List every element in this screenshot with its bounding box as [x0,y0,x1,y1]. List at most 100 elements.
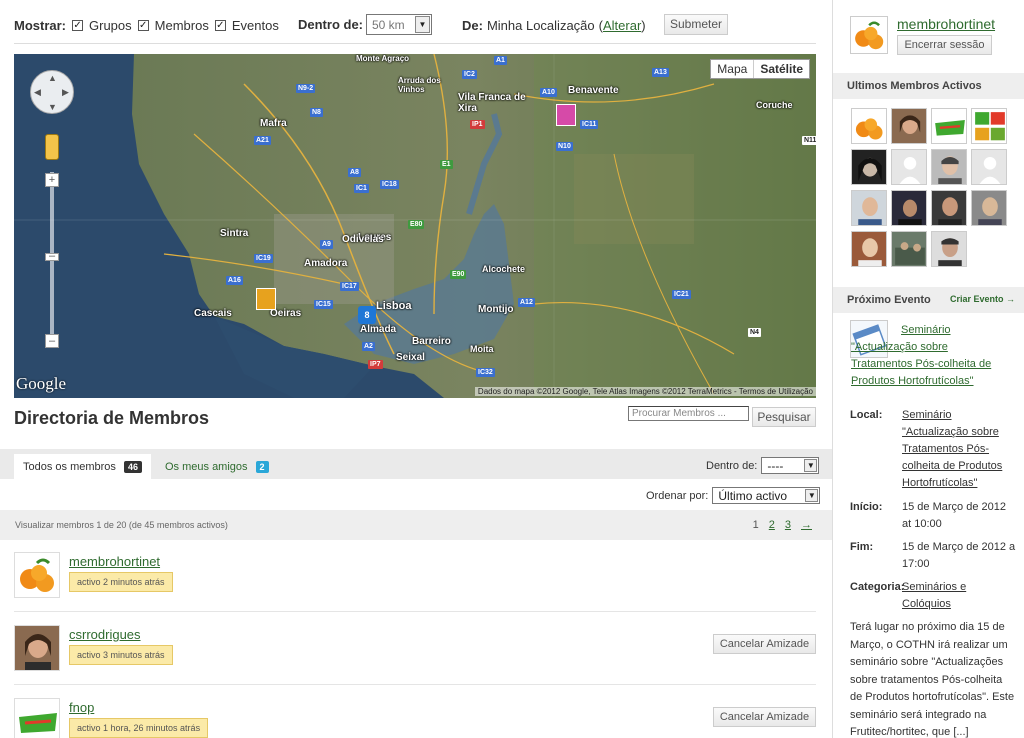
directory-within-value: ---- [767,458,784,473]
avatar[interactable] [851,190,887,226]
map[interactable]: Vila Franca de Xira Benavente Mafra Lour… [14,54,816,398]
avatar[interactable] [14,698,60,738]
map-label-alcochete: Alcochete [482,264,526,274]
page: Mostrar: ✓ Grupos ✓ Membros ✓ Eventos De… [0,0,1024,738]
pan-down-icon[interactable]: ▼ [48,102,57,112]
avatar[interactable] [931,190,967,226]
groups-checkbox[interactable]: ✓ [72,20,84,31]
tab-all-members[interactable]: Todos os membros 46 [14,454,151,479]
current-user-avatar[interactable] [850,16,888,54]
chevron-down-icon: ▼ [415,16,430,33]
member-name-link[interactable]: fnop [69,700,94,715]
avatar[interactable] [14,552,60,598]
next-event-header: Próximo Evento Criar Evento → [833,287,1024,313]
event-marker-icon[interactable] [556,104,576,126]
map-type-control: Mapa Satélite [710,59,810,79]
event-local-label: Local: [850,409,883,421]
avatar[interactable] [931,231,967,267]
member-search-input[interactable]: Procurar Membros ... [628,406,749,421]
avatar[interactable] [971,149,1007,185]
within-value: 50 km [372,17,405,32]
avatar[interactable] [931,149,967,185]
avatar[interactable] [891,190,927,226]
within-filter: Dentro de: 50 km ▼ [298,14,432,35]
avatar[interactable] [851,231,887,267]
events-checkbox[interactable]: ✓ [214,20,226,31]
road-shield: IC19 [254,254,273,263]
avatar[interactable] [891,149,927,185]
member-name-link[interactable]: csrrodrigues [69,627,141,642]
road-shield: A13 [652,68,669,77]
road-shield: N8 [310,108,323,117]
road-shield: IC1 [354,184,369,193]
road-shield: IP1 [470,120,485,129]
map-type-satellite-button[interactable]: Satélite [753,60,809,78]
order-by-value: Último activo [718,488,788,503]
next-page-arrow-icon[interactable]: → [801,519,812,531]
results-bar: Visualizar membros 1 de 20 (de 45 membro… [0,510,832,540]
avatar[interactable] [851,108,887,144]
member-row: membrohortinet activo 2 minutos atrás [14,540,816,612]
chevron-down-icon: ▼ [804,459,818,472]
map-label-mafra: Mafra [260,118,287,129]
map-label-sintra: Sintra [220,228,249,239]
avatar[interactable] [851,149,887,185]
avatar[interactable] [891,231,927,267]
page-link[interactable]: 3 [785,519,791,531]
map-label-amadora: Amadora [304,258,348,269]
map-type-map-button[interactable]: Mapa [711,60,753,78]
road-shield: A12 [518,298,535,307]
map-filter-bar: Mostrar: ✓ Grupos ✓ Membros ✓ Eventos De… [14,14,816,44]
road-shield: IC21 [672,290,691,299]
search-button[interactable]: Pesquisar [752,407,816,427]
member-name-link[interactable]: membrohortinet [69,554,160,569]
event-category-link[interactable]: Seminários e Colóquios [902,579,1017,613]
avatar[interactable] [931,108,967,144]
page-link[interactable]: 2 [769,519,775,531]
road-shield: IC32 [476,368,495,377]
avatar[interactable] [14,625,60,671]
change-location-link[interactable]: Alterar [603,18,641,33]
map-label-coruche: Coruche [756,100,793,110]
within-label: Dentro de: [298,17,363,32]
pan-right-icon[interactable]: ▶ [62,87,69,98]
avatar[interactable] [971,190,1007,226]
zoom-in-button[interactable]: + [45,173,59,187]
cancel-friendship-button[interactable]: Cancelar Amizade [713,634,816,654]
chevron-down-icon: ▼ [805,489,819,502]
avatar[interactable] [971,108,1007,144]
members-checkbox[interactable]: ✓ [137,20,149,31]
order-by-label: Ordenar por: [646,489,709,502]
zoom-slider-handle[interactable]: – [45,251,59,262]
member-cluster-marker[interactable]: 8 [358,306,376,324]
member-activity-badge: activo 1 hora, 26 minutos atrás [69,718,209,738]
map-label-almada: Almada [360,324,397,335]
zoom-out-button[interactable]: – [45,334,59,348]
map-label-seixal: Seixal [396,352,425,363]
tab-my-friends[interactable]: Os meus amigos 2 [156,454,278,479]
avatar[interactable] [891,108,927,144]
map-label-arruda: Arruda dos Vinhos [398,76,441,94]
submit-button[interactable]: Submeter [664,14,728,35]
cancel-friendship-button[interactable]: Cancelar Amizade [713,707,816,727]
logout-button[interactable]: Encerrar sessão [897,35,992,55]
pan-up-icon[interactable]: ▲ [48,73,57,83]
within-select[interactable]: 50 km ▼ [366,14,432,35]
street-view-pegman-icon[interactable] [45,134,59,160]
road-shield: A8 [348,168,361,177]
member-marker-icon[interactable] [256,288,276,310]
road-shield: E1 [440,160,453,169]
member-row: csrrodrigues activo 3 minutos atrás Canc… [14,613,816,685]
event-title-link[interactable]: Seminário "Actualização sobre Tratamento… [851,322,1011,390]
create-event-link[interactable]: Criar Evento → [950,294,1015,304]
order-by-select[interactable]: Último activo ▼ [712,487,821,504]
pan-left-icon[interactable]: ◀ [34,87,41,98]
event-local-link[interactable]: Seminário "Actualização sobre Tratamento… [902,407,1017,492]
pan-control[interactable]: ▲ ▼ ◀ ▶ [30,70,74,114]
directory-within-select[interactable]: ---- ▼ [761,457,820,474]
google-logo: Google [16,374,67,393]
road-shield: A16 [226,276,243,285]
current-user-link[interactable]: membrohortinet [897,16,995,32]
map-label-moita: Moita [470,344,494,354]
road-shield: IP7 [368,360,383,369]
